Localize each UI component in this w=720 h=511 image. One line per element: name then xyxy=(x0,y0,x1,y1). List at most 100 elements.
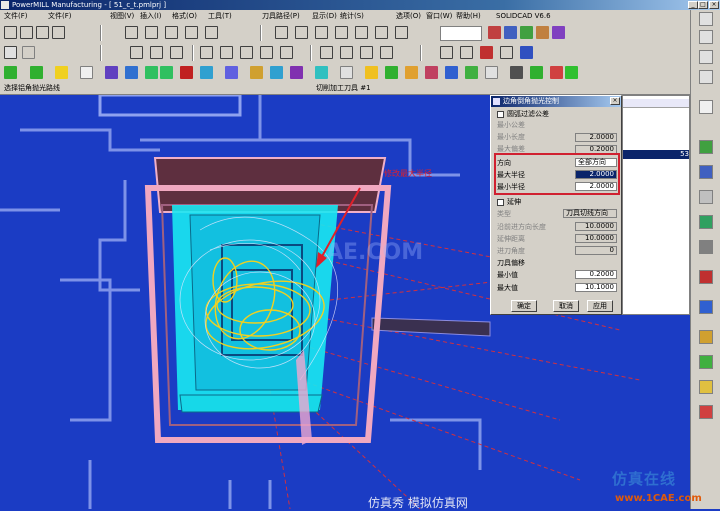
chamfer-icon[interactable] xyxy=(280,46,293,59)
wave-icon[interactable] xyxy=(20,26,33,39)
menu-item-4[interactable]: 格式(O) xyxy=(172,10,197,23)
view-icon[interactable] xyxy=(504,26,517,39)
render-icon[interactable] xyxy=(536,26,549,39)
min-radius-field[interactable]: 2.0000 xyxy=(575,182,617,191)
min-length-field[interactable]: 2.0000 xyxy=(575,133,617,142)
panel-btn-16[interactable] xyxy=(699,405,713,419)
panel-btn-13[interactable] xyxy=(699,330,713,344)
offset-icon[interactable] xyxy=(185,26,198,39)
check-icon[interactable] xyxy=(385,66,398,79)
surface-icon[interactable] xyxy=(360,46,373,59)
red2-icon[interactable] xyxy=(550,66,563,79)
dropdown-icon[interactable] xyxy=(22,46,35,59)
menu-item-5[interactable]: 工具(T) xyxy=(208,10,232,23)
fillet-icon[interactable] xyxy=(205,26,218,39)
break-icon[interactable] xyxy=(240,46,253,59)
green-arrow2-icon[interactable] xyxy=(160,66,173,79)
type-select[interactable]: 刀具切线方向 xyxy=(563,209,617,218)
stop-icon[interactable] xyxy=(480,46,493,59)
panel-btn-5[interactable] xyxy=(699,100,713,114)
mirror-icon[interactable] xyxy=(170,46,183,59)
move-icon[interactable] xyxy=(130,46,143,59)
cancel-button[interactable]: 取消 xyxy=(553,300,579,312)
panel-btn-3[interactable] xyxy=(699,50,713,64)
panel-btn-15[interactable] xyxy=(699,380,713,394)
curve-icon[interactable] xyxy=(165,26,178,39)
min-value-field[interactable]: 0.2000 xyxy=(575,270,617,279)
max-radius-field[interactable]: 2.0000 xyxy=(575,170,617,179)
panel-btn-1[interactable] xyxy=(699,12,713,26)
green-flag-icon[interactable] xyxy=(30,66,43,79)
purple-icon[interactable] xyxy=(105,66,118,79)
forward-length-field[interactable]: 10.0000 xyxy=(575,222,617,231)
cyan-icon[interactable] xyxy=(200,66,213,79)
menu-item-9[interactable]: 选项(O) xyxy=(396,10,421,23)
bend-icon[interactable] xyxy=(355,26,368,39)
layer-icon[interactable] xyxy=(488,26,501,39)
output-list[interactable]: 53 xyxy=(622,95,690,315)
arc-icon[interactable] xyxy=(145,26,158,39)
draw-slash-icon[interactable] xyxy=(315,26,328,39)
dialog-close-button[interactable]: × xyxy=(610,97,620,105)
tool-icon[interactable] xyxy=(270,66,283,79)
animal-icon[interactable] xyxy=(510,66,523,79)
polyline-icon[interactable] xyxy=(125,26,138,39)
menu-item-1[interactable]: 文件(F) xyxy=(48,10,72,23)
add-icon[interactable] xyxy=(4,46,17,59)
grid-icon[interactable] xyxy=(340,66,353,79)
menu-item-2[interactable]: 视图(V) xyxy=(110,10,134,23)
table-icon[interactable] xyxy=(485,66,498,79)
yellow-icon[interactable] xyxy=(365,66,378,79)
menu-item-3[interactable]: 插入(I) xyxy=(140,10,162,23)
menu-item-11[interactable]: 帮助(H) xyxy=(456,10,481,23)
star-icon[interactable] xyxy=(55,66,68,79)
wire-icon[interactable] xyxy=(552,26,565,39)
draw-diag-icon[interactable] xyxy=(295,26,308,39)
orange-icon[interactable] xyxy=(405,66,418,79)
join-icon[interactable] xyxy=(260,46,273,59)
max-value-field[interactable]: 10.1000 xyxy=(575,283,617,292)
minimize-button[interactable]: _ xyxy=(688,1,698,9)
spline-icon[interactable] xyxy=(4,26,17,39)
panel-btn-8[interactable] xyxy=(699,190,713,204)
close-button[interactable]: × xyxy=(709,1,719,9)
maximize-button[interactable]: □ xyxy=(698,1,708,9)
red-cube-icon[interactable] xyxy=(180,66,193,79)
corner-icon[interactable] xyxy=(52,26,65,39)
mode-select[interactable]: 全部方向 xyxy=(575,158,617,167)
panel-btn-6[interactable] xyxy=(699,140,713,154)
menu-item-0[interactable]: 文件(F) xyxy=(4,10,28,23)
tree-icon[interactable] xyxy=(465,66,478,79)
panel-btn-7[interactable] xyxy=(699,165,713,179)
green-arrow-icon[interactable] xyxy=(145,66,158,79)
circle-icon[interactable] xyxy=(375,26,388,39)
panel-btn-4[interactable] xyxy=(699,70,713,84)
ok-button[interactable]: 确定 xyxy=(511,300,537,312)
panel-btn-11[interactable] xyxy=(699,270,713,284)
extend-checkbox[interactable] xyxy=(497,199,504,206)
plot-icon[interactable] xyxy=(250,66,263,79)
color-dropdown[interactable] xyxy=(440,26,482,41)
measure-icon[interactable] xyxy=(440,46,453,59)
panel-btn-9[interactable] xyxy=(699,215,713,229)
menu-item-7[interactable]: 显示(D) xyxy=(312,10,337,23)
lead-angle-field[interactable]: 0 xyxy=(575,246,617,255)
teal-icon[interactable] xyxy=(315,66,328,79)
green3-icon[interactable] xyxy=(565,66,578,79)
sweep-icon[interactable] xyxy=(380,46,393,59)
cube-icon[interactable] xyxy=(445,66,458,79)
project-icon[interactable] xyxy=(340,46,353,59)
green-up-icon[interactable] xyxy=(4,66,17,79)
extend-distance-field[interactable]: 10.0000 xyxy=(575,234,617,243)
blue-box-icon[interactable] xyxy=(125,66,138,79)
panel-btn-14[interactable] xyxy=(699,355,713,369)
page-icon[interactable] xyxy=(80,66,93,79)
bar-icon[interactable] xyxy=(225,66,238,79)
apply-button[interactable]: 应用 xyxy=(587,300,613,312)
dot-icon[interactable] xyxy=(395,26,408,39)
flower-icon[interactable] xyxy=(425,66,438,79)
extend-icon[interactable] xyxy=(220,46,233,59)
analyze-icon[interactable] xyxy=(460,46,473,59)
list-selected-row[interactable]: 53 xyxy=(623,150,689,159)
menu-item-8[interactable]: 统计(S) xyxy=(340,10,364,23)
